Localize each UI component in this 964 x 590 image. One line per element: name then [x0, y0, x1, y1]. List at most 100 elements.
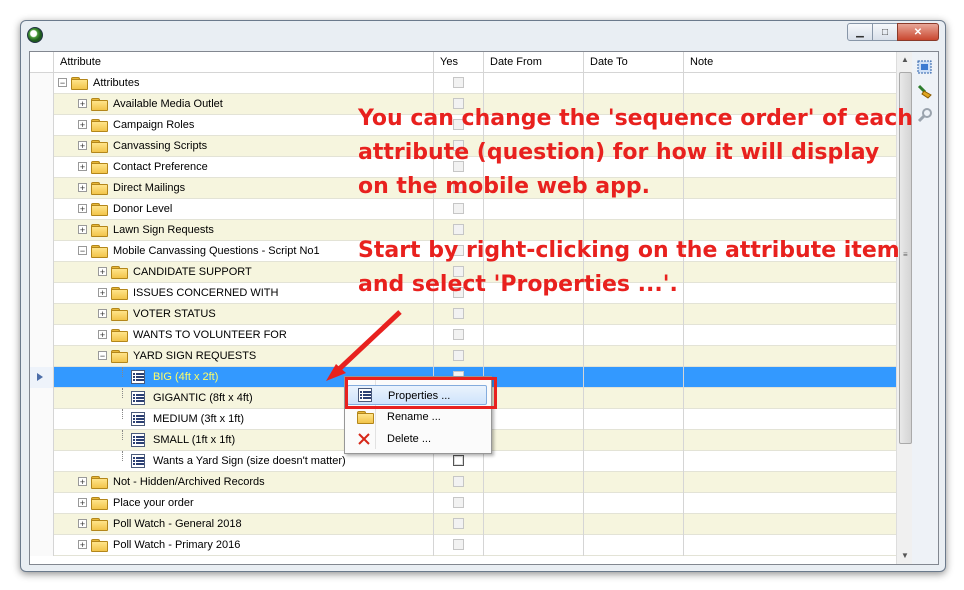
note-cell[interactable]	[684, 367, 884, 388]
yes-checkbox[interactable]	[453, 329, 464, 340]
date-from-cell[interactable]	[484, 73, 584, 94]
row-indicator[interactable]	[30, 472, 54, 493]
note-cell[interactable]	[684, 451, 884, 472]
date-from-cell[interactable]	[484, 367, 584, 388]
row-indicator[interactable]	[30, 409, 54, 430]
row-indicator[interactable]	[30, 283, 54, 304]
yes-checkbox[interactable]	[453, 203, 464, 214]
yes-checkbox[interactable]	[453, 476, 464, 487]
attribute-cell[interactable]: + Donor Level	[54, 199, 434, 220]
maximize-button[interactable]: □	[872, 23, 898, 41]
row-indicator[interactable]	[30, 178, 54, 199]
row-indicator[interactable]	[30, 136, 54, 157]
note-cell[interactable]	[684, 409, 884, 430]
row-indicator[interactable]	[30, 220, 54, 241]
note-cell[interactable]	[684, 199, 884, 220]
expand-icon[interactable]: +	[78, 183, 87, 193]
attribute-cell[interactable]: + WANTS TO VOLUNTEER FOR	[54, 325, 434, 346]
table-row[interactable]: + Poll Watch - General 2018	[30, 514, 896, 535]
date-from-cell[interactable]	[484, 304, 584, 325]
date-to-cell[interactable]	[584, 199, 684, 220]
row-indicator[interactable]	[30, 430, 54, 451]
expand-icon[interactable]: +	[78, 477, 87, 487]
note-cell[interactable]	[684, 178, 884, 199]
collapse-icon[interactable]: −	[78, 246, 87, 256]
expand-icon[interactable]: +	[78, 120, 87, 130]
date-from-cell[interactable]	[484, 514, 584, 535]
expand-icon[interactable]: +	[98, 330, 107, 340]
close-button[interactable]: ✕	[897, 23, 939, 41]
date-from-cell[interactable]	[484, 388, 584, 409]
table-row[interactable]: + Donor Level	[30, 199, 896, 220]
menu-item-rename[interactable]: Rename ...	[347, 407, 487, 427]
date-from-cell[interactable]	[484, 451, 584, 472]
collapse-icon[interactable]: −	[98, 351, 107, 361]
note-cell[interactable]	[684, 283, 884, 304]
date-to-cell[interactable]	[584, 451, 684, 472]
note-cell[interactable]	[684, 472, 884, 493]
note-cell[interactable]	[684, 325, 884, 346]
expand-icon[interactable]: +	[78, 162, 87, 172]
table-row[interactable]: − Attributes	[30, 73, 896, 94]
table-row[interactable]: − YARD SIGN REQUESTS	[30, 346, 896, 367]
yes-checkbox[interactable]	[453, 77, 464, 88]
yes-checkbox[interactable]	[453, 518, 464, 529]
expand-icon[interactable]: +	[98, 288, 107, 298]
row-indicator[interactable]	[30, 115, 54, 136]
date-to-cell[interactable]	[584, 409, 684, 430]
date-to-cell[interactable]	[584, 535, 684, 556]
date-from-cell[interactable]	[484, 472, 584, 493]
yes-checkbox[interactable]	[453, 455, 464, 466]
search-icon[interactable]	[916, 106, 934, 124]
table-row[interactable]: + Poll Watch - Primary 2016	[30, 535, 896, 556]
table-row[interactable]: + WANTS TO VOLUNTEER FOR	[30, 325, 896, 346]
yes-checkbox[interactable]	[453, 350, 464, 361]
row-indicator[interactable]	[30, 367, 54, 388]
row-indicator[interactable]	[30, 262, 54, 283]
row-indicator[interactable]	[30, 535, 54, 556]
date-from-cell[interactable]	[484, 409, 584, 430]
column-header-date-from[interactable]: Date From	[484, 52, 584, 72]
yes-checkbox[interactable]	[453, 224, 464, 235]
row-indicator[interactable]	[30, 493, 54, 514]
expand-icon[interactable]: +	[78, 498, 87, 508]
yes-checkbox[interactable]	[453, 308, 464, 319]
row-indicator[interactable]	[30, 514, 54, 535]
date-from-cell[interactable]	[484, 430, 584, 451]
attribute-cell[interactable]: + Poll Watch - General 2018	[54, 514, 434, 535]
date-from-cell[interactable]	[484, 199, 584, 220]
row-indicator[interactable]	[30, 388, 54, 409]
sweep-brush-icon[interactable]	[916, 82, 934, 100]
note-cell[interactable]	[684, 388, 884, 409]
expand-icon[interactable]: +	[98, 309, 107, 319]
column-header-yes[interactable]: Yes	[434, 52, 484, 72]
row-indicator[interactable]	[30, 346, 54, 367]
row-indicator[interactable]	[30, 73, 54, 94]
column-header-attribute[interactable]: Attribute	[54, 52, 434, 72]
minimize-button[interactable]: ▁	[847, 23, 873, 41]
attribute-cell[interactable]: + Poll Watch - Primary 2016	[54, 535, 434, 556]
row-indicator[interactable]	[30, 241, 54, 262]
table-row[interactable]: Wants a Yard Sign (size doesn't matter)	[30, 451, 896, 472]
scroll-up-icon[interactable]: ▲	[897, 52, 913, 68]
date-to-cell[interactable]	[584, 367, 684, 388]
row-indicator[interactable]	[30, 325, 54, 346]
row-indicator[interactable]	[30, 94, 54, 115]
date-to-cell[interactable]	[584, 472, 684, 493]
row-indicator[interactable]	[30, 304, 54, 325]
row-indicator[interactable]	[30, 157, 54, 178]
date-from-cell[interactable]	[484, 325, 584, 346]
date-from-cell[interactable]	[484, 493, 584, 514]
app-icon[interactable]	[27, 27, 43, 43]
table-row[interactable]: + VOTER STATUS	[30, 304, 896, 325]
column-header-note[interactable]: Note	[684, 52, 896, 72]
row-indicator[interactable]	[30, 199, 54, 220]
expand-icon[interactable]: +	[78, 204, 87, 214]
select-all-icon[interactable]	[916, 58, 934, 76]
menu-item-delete[interactable]: Delete ...	[347, 429, 487, 449]
date-to-cell[interactable]	[584, 388, 684, 409]
date-to-cell[interactable]	[584, 346, 684, 367]
note-cell[interactable]	[684, 346, 884, 367]
date-to-cell[interactable]	[584, 493, 684, 514]
yes-checkbox[interactable]	[453, 539, 464, 550]
